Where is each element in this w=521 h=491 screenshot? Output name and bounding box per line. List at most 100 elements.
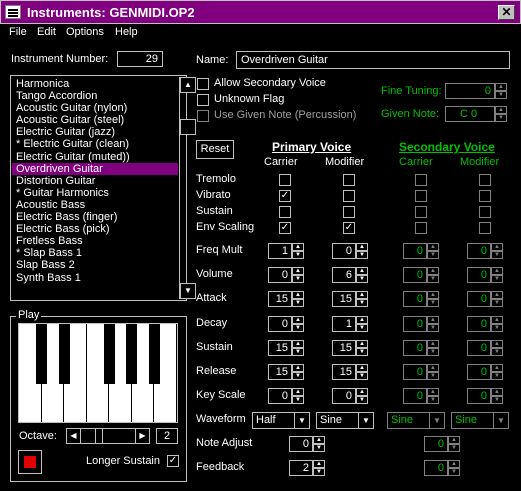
spinner-value[interactable]: 0 [268,267,292,283]
attack-spinner[interactable]: 15 ▲ ▼ [268,291,305,307]
env-scaling-checkbox[interactable]: ✓ [279,222,291,234]
spinner-value[interactable]: 0 [403,291,427,307]
scroll-thumb[interactable] [180,119,196,135]
spin-up-icon[interactable]: ▲ [491,316,503,324]
spinner-value[interactable]: 0 [403,316,427,332]
spin-up-icon[interactable]: ▲ [448,436,460,444]
sustain-checkbox[interactable] [343,206,355,218]
spin-down-icon[interactable]: ▼ [427,396,439,404]
attack-spinner[interactable]: 15 ▲ ▼ [332,291,369,307]
spin-up-icon[interactable]: ▲ [491,388,503,396]
volume-spinner[interactable]: 6 ▲ ▼ [332,267,369,283]
spin-up-icon[interactable]: ▲ [356,340,368,348]
octave-scrollbar[interactable]: ◀ ▶ [66,428,150,444]
spin-up-icon[interactable]: ▲ [491,267,503,275]
spinner-value[interactable]: 0 [403,364,427,380]
spinner-value[interactable]: 6 [332,267,356,283]
vibrato-checkbox[interactable] [343,190,355,202]
fine-tuning-spinner[interactable]: 0 ▲ ▼ [445,83,507,99]
volume-spinner[interactable]: 0 ▲ ▼ [268,267,305,283]
release-spinner[interactable]: 15 ▲ ▼ [268,364,305,380]
spinner-value[interactable]: 0 [467,291,491,307]
black-key[interactable] [58,324,70,384]
spin-up-icon[interactable]: ▲ [292,316,304,324]
spin-down-icon[interactable]: ▼ [292,299,304,307]
spin-up-icon[interactable]: ▲ [292,364,304,372]
spin-up-icon[interactable]: ▲ [292,388,304,396]
spinner-value[interactable]: 0 [268,388,292,404]
spin-down-icon[interactable]: ▼ [448,468,460,476]
spin-down-icon[interactable]: ▼ [356,396,368,404]
secondary-note-adjust-spinner[interactable]: 0 ▲ ▼ [424,436,461,452]
freq-mult-spinner[interactable]: 0 ▲ ▼ [332,243,369,259]
spin-down-icon[interactable]: ▼ [292,275,304,283]
spin-down-icon[interactable]: ▼ [292,324,304,332]
key-scale-spinner[interactable]: 0 ▲ ▼ [467,388,504,404]
spin-down-icon[interactable]: ▼ [356,275,368,283]
scroll-right-arrow-icon[interactable]: ▶ [135,429,149,443]
attack-spinner[interactable]: 0 ▲ ▼ [467,291,504,307]
spin-up-icon[interactable]: ▲ [356,243,368,251]
dropdown-arrow-icon[interactable]: ▼ [358,413,373,428]
volume-spinner[interactable]: 0 ▲ ▼ [467,267,504,283]
primary-modifier-waveform[interactable]: Sine ▼ [316,412,374,429]
spin-down-icon[interactable]: ▼ [292,251,304,259]
spinner-value[interactable]: 15 [332,291,356,307]
list-item[interactable]: Harmonica [12,78,178,90]
freq-mult-spinner[interactable]: 0 ▲ ▼ [467,243,504,259]
env-scaling-checkbox[interactable] [415,222,427,234]
spin-up-icon[interactable]: ▲ [292,291,304,299]
spin-down-icon[interactable]: ▼ [427,348,439,356]
spinner-value[interactable]: 15 [268,364,292,380]
list-item[interactable]: * Guitar Harmonics [12,187,178,199]
spinner-value[interactable]: 15 [268,291,292,307]
list-item[interactable]: Electric Guitar (muted)) [12,151,178,163]
piano-keyboard[interactable] [18,323,178,423]
spin-up-icon[interactable]: ▲ [495,83,507,91]
spin-down-icon[interactable]: ▼ [491,299,503,307]
secondary-feedback-spinner[interactable]: 0 ▲ ▼ [424,460,461,476]
menu-options[interactable]: Options [66,26,104,38]
stop-button[interactable] [18,450,42,474]
spinner-value[interactable]: 1 [268,243,292,259]
spin-up-icon[interactable]: ▲ [356,267,368,275]
reset-button[interactable]: Reset [196,140,234,159]
list-item[interactable]: * Electric Guitar (clean) [12,138,178,150]
env-scaling-checkbox[interactable]: ✓ [343,222,355,234]
longer-sustain-checkbox[interactable]: ✓ [167,455,179,467]
spin-down-icon[interactable]: ▼ [448,444,460,452]
vibrato-checkbox[interactable] [479,190,491,202]
spin-up-icon[interactable]: ▲ [313,436,325,444]
black-key[interactable] [103,324,115,384]
spin-up-icon[interactable]: ▲ [427,316,439,324]
list-item[interactable]: * Slap Bass 1 [12,247,178,259]
spin-down-icon[interactable]: ▼ [292,348,304,356]
spin-down-icon[interactable]: ▼ [491,275,503,283]
spin-up-icon[interactable]: ▲ [495,106,507,114]
dropdown-arrow-icon[interactable]: ▼ [429,413,444,428]
list-item[interactable]: Overdriven Guitar [12,162,178,175]
volume-spinner[interactable]: 0 ▲ ▼ [403,267,440,283]
primary-note-adjust-spinner[interactable]: 0 ▲ ▼ [289,436,326,452]
spinner-value[interactable]: 0 [467,267,491,283]
menu-help[interactable]: Help [115,26,138,38]
spin-down-icon[interactable]: ▼ [491,372,503,380]
spin-down-icon[interactable]: ▼ [292,396,304,404]
spinner-value[interactable]: 0 [403,340,427,356]
spin-down-icon[interactable]: ▼ [356,372,368,380]
dropdown-arrow-icon[interactable]: ▼ [493,413,508,428]
spin-down-icon[interactable]: ▼ [427,275,439,283]
dropdown-arrow-icon[interactable]: ▼ [294,413,309,428]
unknown-flag-checkbox[interactable] [197,94,209,106]
close-button[interactable]: ✕ [498,5,515,20]
spin-up-icon[interactable]: ▲ [292,340,304,348]
sustain-spinner[interactable]: 0 ▲ ▼ [467,340,504,356]
decay-spinner[interactable]: 0 ▲ ▼ [268,316,305,332]
spin-down-icon[interactable]: ▼ [495,91,507,99]
spinner-value[interactable]: 0 [467,340,491,356]
sustain-spinner[interactable]: 15 ▲ ▼ [332,340,369,356]
spin-up-icon[interactable]: ▲ [427,364,439,372]
spin-up-icon[interactable]: ▲ [292,243,304,251]
spinner-value[interactable]: 0 [403,267,427,283]
spin-up-icon[interactable]: ▲ [448,460,460,468]
